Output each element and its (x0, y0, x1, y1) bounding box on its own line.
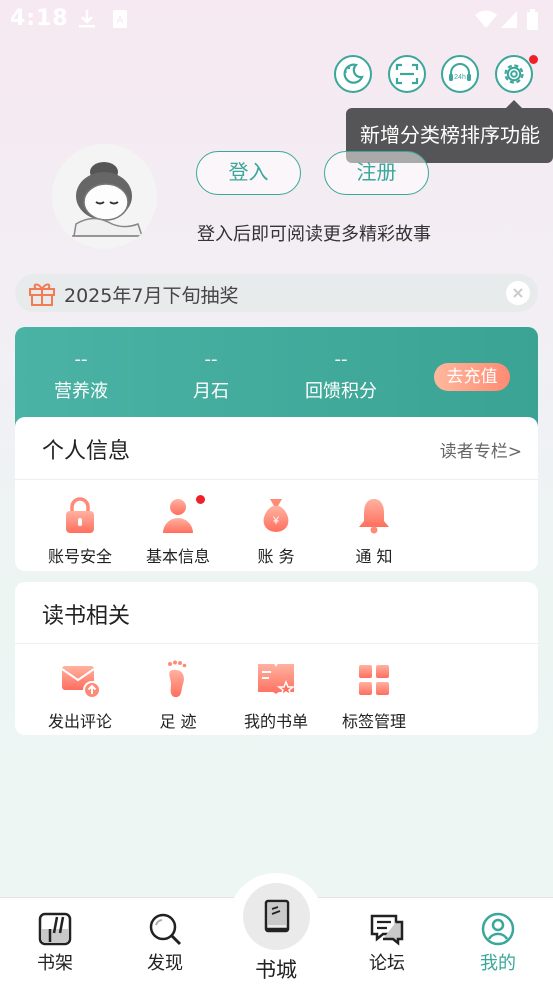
item-label: 足 迹 (159, 712, 197, 731)
stat-moonstone[interactable]: -- 月石 (151, 347, 271, 403)
recharge-button[interactable]: 去充值 (434, 363, 510, 391)
footprint-icon (168, 660, 187, 698)
billing-item[interactable]: ¥ 账 务 (227, 495, 325, 567)
footprint-item[interactable]: 足 迹 (129, 660, 227, 732)
my-comments-item[interactable]: 发出评论 (31, 660, 129, 732)
avatar[interactable] (52, 144, 157, 249)
stat-label: 营养液 (54, 381, 108, 402)
nav-discover[interactable]: 发现 (125, 911, 205, 975)
my-booklist-item[interactable]: 我的书单 (227, 660, 325, 732)
lottery-banner[interactable]: 2025年7月下旬抽奖 (15, 274, 538, 312)
notification-item[interactable]: 通 知 (325, 495, 423, 567)
nav-profile[interactable]: 我的 (458, 911, 538, 975)
wifi-icon (475, 10, 497, 28)
nav-bookshelf[interactable]: 书架 (15, 911, 95, 975)
scan-icon (395, 63, 419, 85)
item-label: 基本信息 (145, 547, 210, 566)
signal-icon (501, 11, 517, 28)
close-icon (513, 288, 523, 298)
forum-icon (370, 914, 404, 946)
nav-label: 书架 (37, 953, 73, 974)
nav-label: 发现 (147, 953, 183, 974)
personal-info-card: 个人信息 读者专栏> 账号安全 基本信息 ¥ 账 务 通 知 (15, 417, 538, 571)
nav-label: 书城 (255, 958, 297, 982)
default-avatar-illustration (72, 162, 144, 237)
item-label: 账号安全 (47, 547, 112, 566)
item-label: 发出评论 (47, 712, 112, 731)
battery-icon (527, 9, 538, 30)
bookshelf-icon (38, 912, 72, 946)
profile-icon (481, 912, 515, 946)
tag-management-item[interactable]: 标签管理 (325, 660, 423, 732)
scan-button[interactable] (388, 55, 426, 93)
login-button[interactable]: 登入 (196, 151, 301, 195)
booklist-icon (258, 664, 296, 697)
divider (15, 479, 538, 480)
bookstore-icon (264, 899, 289, 932)
stat-label: 回馈积分 (305, 381, 377, 402)
user-icon (163, 499, 193, 533)
section-title: 个人信息 (42, 439, 131, 464)
item-label: 通 知 (355, 547, 393, 566)
lock-icon (66, 497, 94, 533)
comment-send-icon (61, 666, 101, 699)
register-button[interactable]: 注册 (324, 151, 429, 195)
sim-icon: A (113, 10, 127, 28)
section-title: 读书相关 (42, 604, 131, 629)
nav-label: 论坛 (369, 953, 405, 974)
settings-badge (529, 55, 538, 64)
nav-label: 我的 (480, 953, 516, 974)
item-label: 我的书单 (243, 712, 308, 731)
stat-label: 月石 (193, 381, 229, 402)
stat-value: -- (74, 349, 88, 370)
gear-icon (504, 64, 524, 84)
divider (15, 643, 538, 644)
svg-text:¥: ¥ (272, 515, 280, 527)
basic-info-badge (196, 495, 205, 504)
account-security-item[interactable]: 账号安全 (31, 495, 129, 567)
basic-info-item[interactable]: 基本信息 (129, 495, 227, 567)
moon-icon (343, 63, 364, 84)
service-24h-icon: 24h (449, 63, 471, 81)
item-label: 标签管理 (341, 712, 406, 731)
nav-bookstore[interactable] (243, 883, 310, 950)
svg-text:24h: 24h (454, 74, 466, 81)
stat-points[interactable]: -- 回馈积分 (281, 347, 401, 403)
bell-icon (359, 499, 389, 534)
tags-icon (359, 665, 389, 695)
status-bar: 4:18 A (0, 0, 553, 38)
settings-button[interactable] (495, 55, 533, 93)
status-time: 4:18 (10, 6, 69, 31)
nav-forum[interactable]: 论坛 (347, 911, 427, 975)
lottery-close-button[interactable] (506, 281, 530, 305)
download-icon (79, 10, 95, 28)
gift-icon (29, 283, 55, 306)
money-bag-icon: ¥ (263, 499, 289, 532)
svg-text:A: A (117, 15, 124, 26)
night-mode-button[interactable] (334, 55, 372, 93)
stat-nutrient[interactable]: -- 营养液 (21, 347, 141, 403)
lottery-text: 2025年7月下旬抽奖 (64, 285, 239, 307)
customer-service-button[interactable]: 24h (441, 55, 479, 93)
reader-column-link[interactable]: 读者专栏> (440, 437, 522, 462)
stat-value: -- (334, 349, 348, 370)
reading-card: 读书相关 发出评论 足 迹 我的书单 标签管理 (15, 582, 538, 735)
stat-value: -- (204, 349, 218, 370)
discover-icon (149, 913, 182, 946)
login-hint: 登入后即可阅读更多精彩故事 (197, 224, 431, 245)
item-label: 账 务 (257, 547, 295, 566)
